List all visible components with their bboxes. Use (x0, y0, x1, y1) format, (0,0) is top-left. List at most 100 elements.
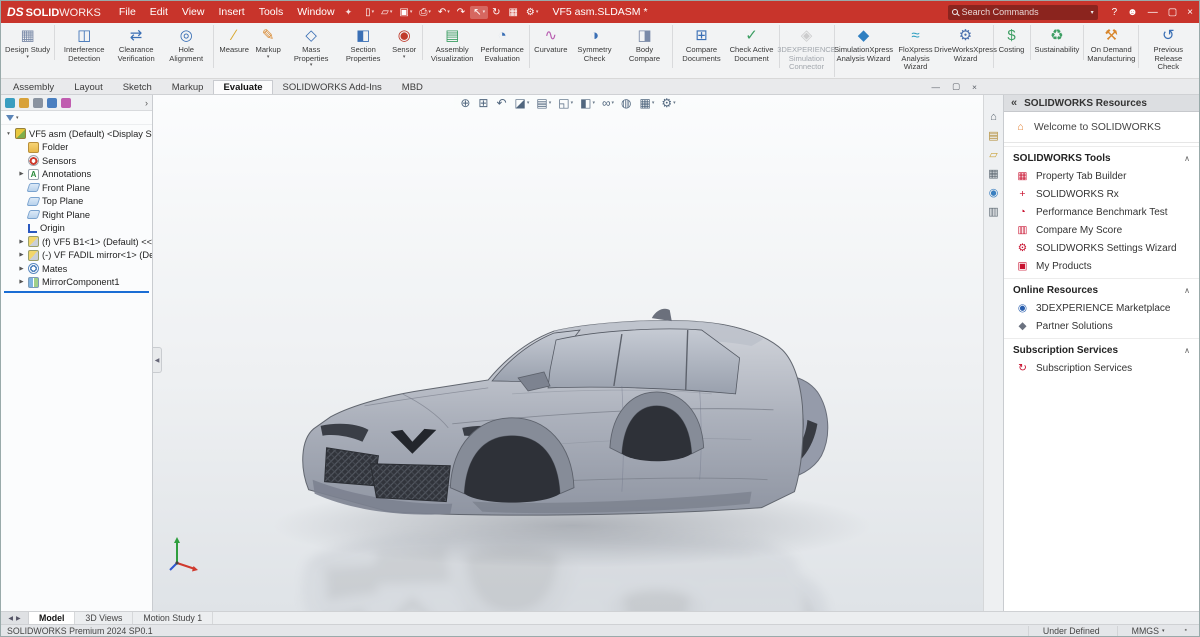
section-header-online-resources[interactable]: Online Resources ∧ (1004, 278, 1199, 299)
ribbon-tool[interactable]: ✎ Markup ▾ (251, 25, 285, 60)
tab-scroll-buttons[interactable]: ◀ ▶ (1, 612, 29, 624)
ribbon-tool[interactable]: ↺ Previous Release Check (1142, 25, 1194, 77)
collapse-pane-icon[interactable]: « (1011, 97, 1017, 109)
heads-up-button[interactable]: ∞ ▾ (602, 96, 614, 110)
qat-button[interactable]: ▯ ▾ (362, 6, 377, 19)
ribbon-tool[interactable]: ▦ Design Study ▾ (4, 25, 56, 60)
task-pane-link[interactable]: ↻ Subscription Services (1004, 359, 1199, 377)
ribbon-tool[interactable]: ⚒ On Demand Manufacturing (1087, 25, 1140, 68)
task-pane-strip-icon[interactable]: ▦ (986, 166, 1002, 181)
ribbon-tool[interactable]: ◧ Section Properties (337, 25, 389, 68)
tree-item[interactable]: ▶ Mates (1, 262, 152, 276)
command-search[interactable]: ▾ (947, 4, 1098, 20)
tree-item[interactable]: Origin (1, 222, 152, 236)
qat-button[interactable]: ⚙ ▾ (523, 6, 541, 19)
titlebar-control-icon[interactable]: ▢ (1168, 7, 1177, 18)
search-input[interactable] (961, 7, 1087, 17)
titlebar-control-icon[interactable]: × (1187, 7, 1193, 18)
ribbon-tool[interactable]: ♻ Sustainability (1034, 25, 1085, 60)
ribbon-tool[interactable]: ⚙ DriveWorksXpress Wizard (934, 25, 997, 68)
pin-menu-icon[interactable]: ✦ (345, 7, 353, 18)
ribbon-tool[interactable]: ◫ Interference Detection (58, 25, 110, 68)
document-window-control-icon[interactable]: × (972, 82, 977, 92)
heads-up-button[interactable]: ◍ (621, 96, 632, 110)
tree-item[interactable]: Folder (1, 141, 152, 155)
heads-up-button[interactable]: ⚙ ▾ (661, 96, 675, 110)
filter-dropdown-icon[interactable]: ▾ (16, 115, 19, 121)
menu-item[interactable]: File (113, 4, 142, 20)
task-pane-link[interactable]: ▣ My Products (1004, 257, 1199, 275)
ribbon-tool[interactable]: ◔ Performance Evaluation (478, 25, 531, 68)
tree-item[interactable]: Sensors (1, 154, 152, 168)
feature-manager-tab-icon[interactable] (33, 97, 43, 108)
qat-button[interactable]: ↖ ▾ (470, 5, 489, 19)
panel-collapse-tab[interactable]: ◀ (153, 347, 162, 373)
status-item[interactable]: Under Defined (1027, 625, 1117, 636)
ribbon-tool[interactable]: ◇ Mass Properties ▾ (285, 25, 337, 68)
tree-item[interactable]: ▾ VF5 asm (Default) <Display State-1> (1, 127, 152, 141)
menu-item[interactable]: Edit (144, 4, 174, 20)
qat-button[interactable]: ↷ (454, 6, 469, 19)
menu-item[interactable]: Insert (212, 4, 250, 20)
task-pane-link[interactable]: ▦ Property Tab Builder (1004, 167, 1199, 185)
ribbon-tool[interactable]: ✓ Check Active Document (728, 25, 780, 68)
task-pane-strip-icon[interactable]: ▤ (986, 128, 1002, 143)
tree-item[interactable]: Top Plane (1, 195, 152, 209)
qat-button[interactable]: ▣ ▾ (396, 6, 415, 19)
section-header-subscription-services[interactable]: Subscription Services ∧ (1004, 338, 1199, 359)
heads-up-button[interactable]: ▤ ▾ (536, 96, 551, 110)
task-pane-strip-icon[interactable]: ▥ (986, 204, 1002, 219)
expand-arrow-icon[interactable]: ▶ (18, 239, 25, 245)
qat-button[interactable]: ↶ ▾ (435, 6, 453, 19)
car-model-3d[interactable] (153, 95, 983, 611)
qat-button[interactable]: ▦ (505, 6, 521, 19)
pane-flyout-chevron-icon[interactable]: › (145, 98, 148, 108)
task-pane-link[interactable]: + SOLIDWORKS Rx (1004, 185, 1199, 203)
command-tab[interactable]: MBD (392, 80, 433, 94)
task-pane-link[interactable]: ⚙ SOLIDWORKS Settings Wizard (1004, 239, 1199, 257)
command-tab[interactable]: Evaluate (213, 80, 273, 94)
welcome-link[interactable]: ⌂ Welcome to SOLIDWORKS (1004, 112, 1199, 143)
task-pane-link[interactable]: ◉ 3DEXPERIENCE Marketplace (1004, 299, 1199, 317)
tree-item[interactable]: Front Plane (1, 181, 152, 195)
ribbon-tool[interactable]: ◈ 3DEXPERIENCE Simulation Connector (777, 25, 836, 77)
tree-item[interactable]: ▶ (f) VF5 B1<1> (Default) <<Defaul (1, 235, 152, 249)
status-item[interactable]: MMGS ▾ (1116, 625, 1179, 636)
ribbon-tool[interactable]: ◎ Hole Alignment (162, 25, 215, 68)
menu-item[interactable]: Tools (253, 4, 290, 20)
heads-up-button[interactable]: ▦ ▾ (640, 96, 655, 110)
menu-item[interactable]: View (176, 4, 211, 20)
ribbon-tool[interactable]: ◨ Body Compare (621, 25, 673, 68)
menu-item[interactable]: Window (291, 4, 340, 20)
ribbon-tool[interactable]: ∕ Measure (217, 25, 251, 60)
command-tab[interactable]: Markup (162, 80, 214, 94)
titlebar-control-icon[interactable]: ☻ (1127, 7, 1138, 18)
tab-scroll-left-icon[interactable]: ◀ (8, 615, 13, 622)
car-body-group[interactable] (302, 308, 829, 516)
expand-arrow-icon[interactable]: ▶ (18, 279, 25, 285)
heads-up-button[interactable]: ◪ ▾ (515, 96, 530, 110)
document-window-control-icon[interactable]: — (932, 82, 941, 92)
ribbon-tool[interactable]: $ Costing (997, 25, 1031, 60)
command-tab[interactable]: Sketch (113, 80, 162, 94)
ribbon-tool[interactable]: ⇄ Clearance Verification (110, 25, 162, 68)
qat-button[interactable]: ⎙ ▾ (416, 6, 434, 19)
document-window-control-icon[interactable]: ▢ (952, 81, 960, 92)
command-tab[interactable]: Assembly (3, 80, 64, 94)
feature-manager-tab-icon[interactable] (61, 97, 71, 108)
tree-item[interactable]: Right Plane (1, 208, 152, 222)
task-pane-strip-icon[interactable]: ⌂ (986, 109, 1002, 124)
model-tab[interactable]: Motion Study 1 (133, 612, 214, 624)
feature-manager-tab-icon[interactable] (47, 97, 57, 108)
search-dropdown-icon[interactable]: ▾ (1091, 9, 1094, 16)
heads-up-button[interactable]: ◱ ▾ (558, 96, 573, 110)
tab-scroll-right-icon[interactable]: ▶ (16, 615, 21, 622)
filter-icon[interactable] (6, 114, 14, 121)
expand-arrow-icon[interactable]: ▾ (5, 131, 12, 137)
section-header-solidworks-tools[interactable]: SOLIDWORKS Tools ∧ (1004, 146, 1199, 167)
task-pane-link[interactable]: ◆ Partner Solutions (1004, 317, 1199, 335)
ribbon-tool[interactable]: ◆ SimulationXpress Analysis Wizard (834, 25, 893, 68)
task-pane-link[interactable]: ▥ Compare My Score (1004, 221, 1199, 239)
feature-manager-tab-icon[interactable] (19, 97, 29, 108)
qat-button[interactable]: ↻ (489, 6, 504, 19)
